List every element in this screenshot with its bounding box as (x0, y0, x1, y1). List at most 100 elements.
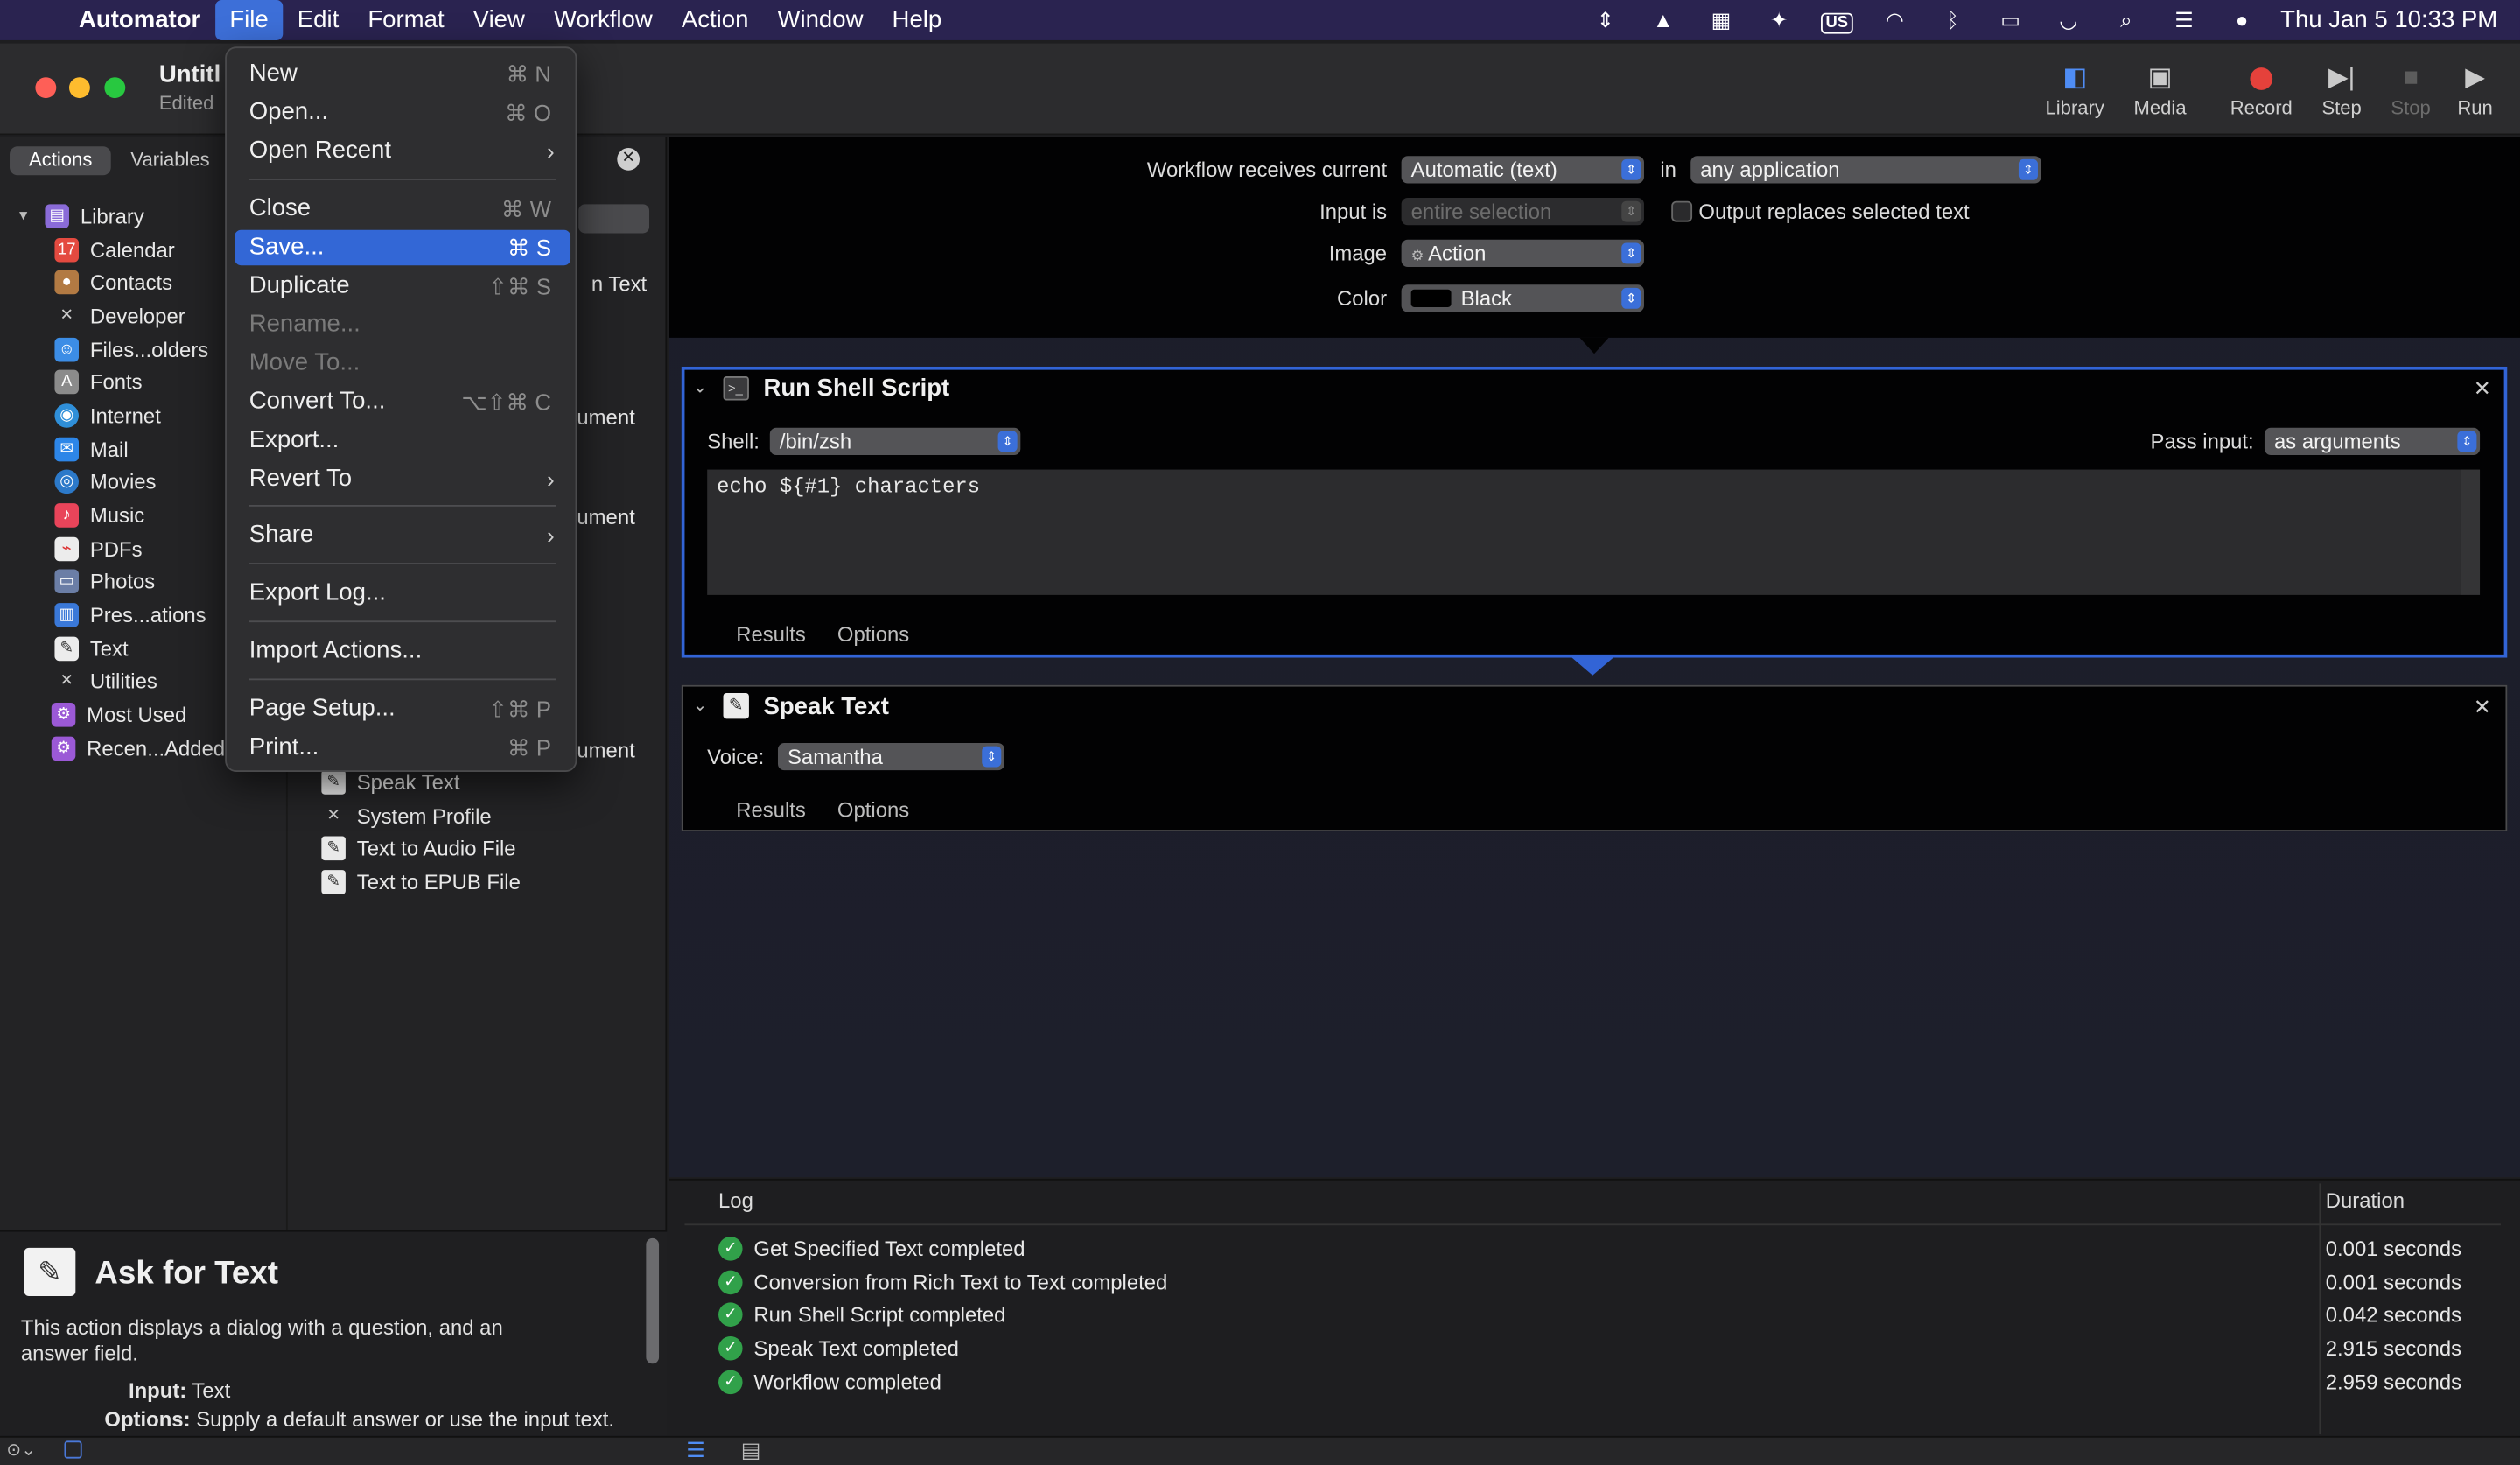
menu-window[interactable]: Window (763, 0, 878, 40)
voice-select[interactable]: Samantha ⇕ (777, 742, 1004, 771)
receives-select[interactable]: Automatic (text) ⇕ (1401, 156, 1644, 184)
app-menu[interactable]: Automator (64, 0, 214, 40)
close-action-icon[interactable]: ✕ (2474, 695, 2491, 720)
developer-icon: ✕ (60, 306, 74, 326)
split-view-icon[interactable]: ▤ (741, 1438, 761, 1463)
menu-item-new[interactable]: New ⌘ N (234, 56, 570, 91)
menu-item-label: Page Setup... (248, 694, 396, 723)
collapse-chevron-icon[interactable]: ⌄ (693, 376, 708, 397)
shell-options-tab[interactable]: Options (837, 622, 909, 647)
menu-item-label: Duplicate (248, 271, 350, 299)
menu-item-label: Rename... (248, 310, 360, 338)
action-item-text-to-audio[interactable]: ✎ Text to Audio File (321, 832, 659, 866)
action-item-partial[interactable]: ument (577, 738, 634, 762)
search-icon[interactable]: ⌕ (2097, 7, 2155, 32)
menu-item-close[interactable]: Close ⌘ W (234, 192, 570, 227)
shell-results-tab[interactable]: Results (736, 622, 806, 647)
script-editor-scrollbar[interactable] (2460, 469, 2481, 595)
text-icon: ✎ (54, 636, 79, 661)
list-view-icon[interactable]: ☰ (686, 1438, 704, 1463)
menu-item-print[interactable]: Print... ⌘ P (234, 730, 570, 765)
menu-view[interactable]: View (458, 0, 539, 40)
close-window-button[interactable] (35, 77, 57, 99)
siri-icon[interactable]: ● (2213, 8, 2271, 32)
action-item-system-profile[interactable]: ✕ System Profile (321, 799, 659, 832)
log-row[interactable]: ✓ Run Shell Script completed (718, 1299, 2326, 1332)
zoom-window-button[interactable] (104, 77, 126, 99)
image-select[interactable]: ⚙ Action ⇕ (1401, 239, 1644, 268)
drive-icon[interactable]: ▲ (1634, 8, 1692, 32)
action-item-partial[interactable]: n Text (592, 272, 647, 297)
speak-options-tab[interactable]: Options (837, 797, 909, 822)
menu-item-label: Revert To (248, 465, 353, 493)
close-action-icon[interactable]: ✕ (2474, 376, 2491, 402)
butterfly-icon[interactable]: ✦ (1750, 7, 1808, 32)
menu-item-convert-to[interactable]: Convert To... ⌥⇧⌘ C (234, 384, 570, 419)
grid-app-icon[interactable]: ▦ (1692, 7, 1750, 32)
description-scrollbar[interactable] (646, 1237, 660, 1364)
tab-variables[interactable]: Variables (111, 146, 228, 175)
input-source-icon[interactable]: US (1808, 8, 1866, 34)
log-row[interactable]: ✓ Get Specified Text completed (718, 1232, 2326, 1265)
select-arrows-icon: ⇕ (1621, 287, 1642, 309)
menu-item-export-log[interactable]: Export Log... (234, 576, 570, 611)
headphones-icon[interactable]: ◠ (1866, 7, 1923, 32)
wifi-icon[interactable]: ◡ (2040, 7, 2097, 32)
description-toggle-icon[interactable] (64, 1440, 82, 1459)
action-options-icon[interactable]: ⊙⌄ (6, 1440, 36, 1460)
menu-item-page-setup[interactable]: Page Setup... ⇧⌘ P (234, 691, 570, 726)
pass-input-select[interactable]: as arguments ⇕ (2264, 427, 2481, 456)
menu-shortcut: ⌥⇧⌘ C (461, 389, 551, 416)
menu-file[interactable]: File (214, 0, 284, 40)
checkmark-icon: ✓ (718, 1236, 743, 1261)
shell-select[interactable]: /bin/zsh ⇕ (769, 427, 1021, 456)
menu-format[interactable]: Format (354, 0, 458, 40)
receives-label: Workflow receives current (1146, 158, 1388, 182)
minimize-window-button[interactable] (68, 77, 90, 99)
media-toolbar-button[interactable]: ▣ Media (2117, 61, 2203, 119)
menubar-clock[interactable]: Thu Jan 5 10:33 PM (2271, 6, 2520, 33)
menu-item-open-recent[interactable]: Open Recent › (234, 134, 570, 169)
menu-item-duplicate[interactable]: Duplicate ⇧⌘ S (234, 269, 570, 304)
action-item-label: Text to Audio File (356, 836, 516, 861)
log-row[interactable]: ✓ Speak Text completed (718, 1332, 2326, 1365)
menu-workflow[interactable]: Workflow (539, 0, 667, 40)
bluetooth-icon[interactable]: ᛒ (1923, 8, 1981, 32)
text-action-icon: ✎ (321, 869, 346, 894)
action-item-partial[interactable]: ument (577, 505, 634, 529)
control-center-icon[interactable]: ☰ (2155, 7, 2213, 32)
menu-action[interactable]: Action (667, 0, 763, 40)
run-icon: ▶ (2465, 64, 2485, 92)
output-replaces-checkbox[interactable] (1671, 200, 1693, 222)
menu-item-export[interactable]: Export... (234, 423, 570, 458)
menu-edit[interactable]: Edit (283, 0, 354, 40)
collapse-chevron-icon[interactable]: ⌄ (693, 695, 708, 716)
application-select[interactable]: any application ⇕ (1690, 156, 2041, 184)
log-duration: 2.959 seconds (2325, 1369, 2462, 1394)
battery-icon[interactable]: ▭ (1982, 7, 2040, 32)
color-label: Color (1337, 286, 1388, 311)
text-cursor-icon[interactable]: ⇕ (1577, 7, 1634, 32)
duration-header[interactable]: Duration (2326, 1188, 2404, 1213)
library-item-label: Utilities (89, 669, 158, 694)
clear-search-icon[interactable]: ✕ (617, 148, 640, 171)
record-toolbar-button[interactable]: Record (2218, 61, 2305, 119)
tab-actions[interactable]: Actions (10, 146, 112, 176)
menu-item-revert-to[interactable]: Revert To › (234, 461, 570, 496)
script-editor[interactable]: echo ${#1} characters (707, 469, 2461, 595)
menu-help[interactable]: Help (878, 0, 956, 40)
menu-item-label: Share (248, 521, 314, 549)
log-row[interactable]: ✓ Workflow completed (718, 1365, 2326, 1398)
menu-item-save[interactable]: Save... ⌘ S (234, 229, 571, 266)
action-item-partial[interactable]: ument (577, 405, 634, 430)
run-toolbar-button[interactable]: ▶ Run (2432, 61, 2518, 119)
library-toolbar-button[interactable]: ◧ Library (2032, 61, 2118, 119)
log-header[interactable]: Log (718, 1188, 753, 1213)
action-item-text-to-epub[interactable]: ✎ Text to EPUB File (321, 866, 659, 899)
menu-item-open[interactable]: Open... ⌘ O (234, 95, 570, 130)
speak-results-tab[interactable]: Results (736, 797, 806, 822)
menu-item-share[interactable]: Share › (234, 518, 570, 553)
menu-item-import-actions[interactable]: Import Actions... (234, 634, 570, 669)
color-select[interactable]: Black ⇕ (1401, 284, 1644, 312)
log-row[interactable]: ✓ Conversion from Rich Text to Text compl… (718, 1265, 2326, 1299)
